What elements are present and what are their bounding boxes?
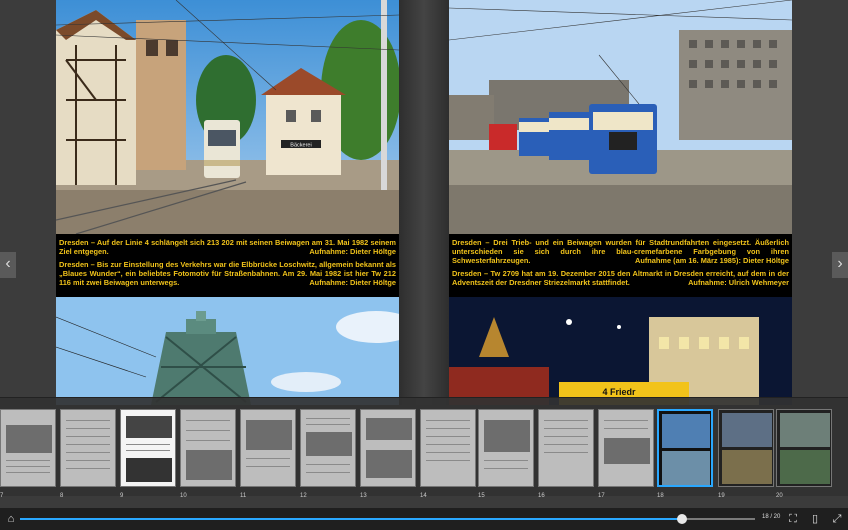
thumbnail-page-15[interactable]: [478, 409, 534, 487]
previous-page-button[interactable]: ‹: [0, 252, 16, 278]
right-caption-1: Dresden – Drei Trieb- und ein Beiwagen w…: [449, 238, 792, 265]
thumbnail-number: 13: [360, 493, 367, 499]
left-caption-2: Dresden – Bis zur Einstellung des Verkeh…: [56, 260, 399, 287]
left-page: Bäckerei Dresden – Auf der Linie 4 schlä…: [56, 0, 399, 405]
thumbnail-page-8[interactable]: [60, 409, 116, 487]
next-page-button[interactable]: ›: [832, 252, 848, 278]
right-credit-2: Aufnahme: Ulrich Wehmeyer: [688, 278, 789, 287]
thumbnail-page-13[interactable]: [360, 409, 416, 487]
page-slider[interactable]: [20, 514, 755, 524]
thumbnail-page-12[interactable]: [300, 409, 356, 487]
home-icon[interactable]: ⌂: [4, 512, 18, 526]
page-count: 18 / 20: [762, 514, 781, 520]
chevron-right-icon: ›: [837, 255, 843, 272]
thumbnail-number: 14: [420, 493, 427, 499]
bottom-toolbar: ⌂ 18 / 20 ⛶ ▯ ⤢: [0, 508, 848, 530]
thumbnail-number: 20: [776, 493, 783, 499]
chevron-left-icon: ‹: [5, 255, 11, 272]
thumbnail-number: 11: [240, 493, 247, 499]
thumbnail-number: 8: [60, 493, 64, 499]
left-captions: Dresden – Auf der Linie 4 schlängelt sic…: [56, 234, 399, 297]
right-credit-1: Aufnahme (am 16. März 1985): Dieter Hölt…: [634, 256, 789, 265]
thumbnail-number: 10: [180, 493, 187, 499]
left-credit-2: Aufnahme: Dieter Höltge: [309, 278, 396, 287]
thumbnail-number: 16: [538, 493, 545, 499]
book-spine: [399, 0, 449, 405]
thumbnail-page-20[interactable]: [776, 409, 832, 487]
right-page: Dresden – Drei Trieb- und ein Beiwagen w…: [449, 0, 792, 405]
page-slider-fill: [20, 518, 682, 520]
thumbnail-number: 15: [478, 493, 485, 499]
thumbnail-page-9[interactable]: [120, 409, 176, 487]
photo-tour-trams: [449, 0, 792, 234]
thumbnail-page-18[interactable]: [657, 409, 713, 487]
thumbnail-strip: 7 8 9 10 11 12 13 14 15 16 17 18 19 20: [0, 397, 848, 499]
thumbnail-page-10[interactable]: [180, 409, 236, 487]
thumbnail-number: 9: [120, 493, 124, 499]
thumbnail-page-7[interactable]: [0, 409, 56, 487]
thumbnail-number: 17: [598, 493, 605, 499]
thumbnail-number: 7: [0, 493, 4, 499]
thumbnail-page-19[interactable]: [718, 409, 774, 487]
right-caption-2: Dresden – Tw 2709 hat am 19. Dezember 20…: [449, 269, 792, 287]
thumbnail-page-16[interactable]: [538, 409, 594, 487]
photo-bridge: [56, 297, 399, 405]
photo-christmas-market: 4 Friedr: [449, 297, 792, 405]
thumbnail-page-11[interactable]: [240, 409, 296, 487]
single-page-icon[interactable]: ▯: [808, 512, 822, 526]
fullscreen-icon[interactable]: ⤢: [830, 512, 844, 526]
right-captions: Dresden – Drei Trieb- und ein Beiwagen w…: [449, 234, 792, 297]
viewer-stage: Bäckerei Dresden – Auf der Linie 4 schlä…: [0, 0, 848, 405]
left-caption-1: Dresden – Auf der Linie 4 schlängelt sic…: [56, 238, 399, 256]
thumbnail-number: 19: [718, 493, 725, 499]
page-slider-handle[interactable]: [676, 514, 687, 524]
photo-tram-street: Bäckerei: [56, 0, 399, 234]
fit-page-icon[interactable]: ⛶: [786, 512, 800, 526]
left-credit-1: Aufnahme: Dieter Höltge: [309, 247, 396, 256]
thumbnail-number: 18: [657, 493, 664, 499]
shop-sign: Bäckerei: [290, 143, 311, 149]
thumbnail-page-17[interactable]: [598, 409, 654, 487]
thumbnail-page-14[interactable]: [420, 409, 476, 487]
thumbnail-number: 12: [300, 493, 307, 499]
tram-destination-sign: 4 Friedr: [602, 387, 636, 397]
